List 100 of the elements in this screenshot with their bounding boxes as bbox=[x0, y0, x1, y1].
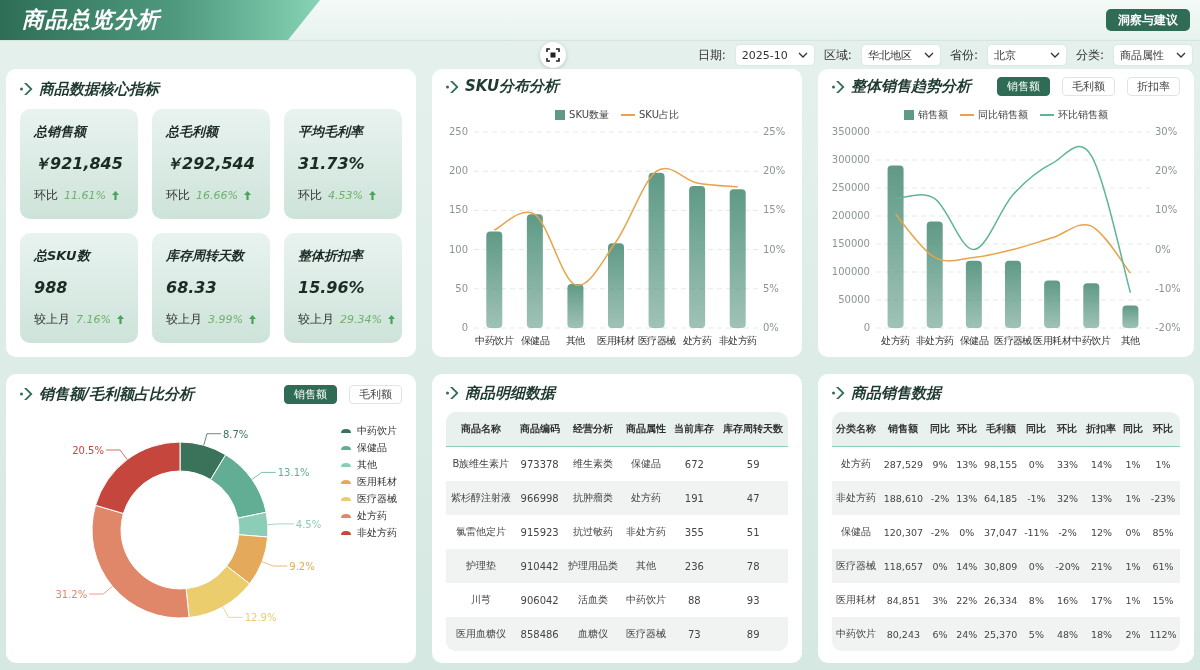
chevron-icon bbox=[446, 79, 459, 94]
table-cell: 12% bbox=[1082, 515, 1120, 549]
table-cell: 37,047 bbox=[980, 515, 1021, 549]
table-cell: 医用耗材 bbox=[832, 583, 880, 617]
axis-label: 其他 bbox=[1121, 335, 1140, 346]
axis-label: 医疗器械 bbox=[994, 335, 1032, 346]
legend-label: 非处方药 bbox=[357, 526, 397, 540]
table-cell: 1% bbox=[1146, 447, 1180, 481]
tab[interactable]: 销售额 bbox=[284, 384, 337, 404]
tab[interactable]: 毛利额 bbox=[1062, 77, 1115, 96]
column-header: 库存周转天数 bbox=[718, 412, 788, 447]
axis-label: 150000 bbox=[832, 238, 870, 249]
filter-select[interactable]: 北京 bbox=[987, 45, 1066, 65]
column-header: 商品属性 bbox=[622, 412, 671, 447]
insight-button[interactable]: 洞察与建议 bbox=[1106, 9, 1190, 31]
column-header: 环比 bbox=[953, 412, 981, 447]
table-cell: 0% bbox=[1119, 515, 1147, 549]
table-cell: 33% bbox=[1051, 447, 1083, 481]
bar bbox=[1122, 305, 1139, 328]
up-arrow-icon bbox=[243, 191, 251, 200]
legend-item: 销售额 bbox=[904, 108, 948, 122]
bar bbox=[1044, 280, 1061, 328]
table-cell: -2% bbox=[1051, 515, 1083, 549]
card-title: 销售额/毛利额占比分析 bbox=[39, 384, 195, 404]
table-cell: -2% bbox=[926, 515, 954, 549]
table-cell: 85% bbox=[1146, 515, 1180, 549]
tab[interactable]: 毛利额 bbox=[349, 384, 402, 404]
axis-label: 200 bbox=[448, 165, 468, 177]
table-cell: -11% bbox=[1020, 515, 1052, 549]
axis-label: -20% bbox=[1155, 322, 1180, 333]
chevron-icon bbox=[832, 386, 845, 400]
card-title: SKU分布分析 bbox=[465, 77, 560, 96]
table-cell: 川芎 bbox=[446, 583, 516, 617]
axis-label: 20% bbox=[1155, 165, 1178, 177]
table-cell: 1% bbox=[1119, 583, 1147, 617]
screenshot-button[interactable] bbox=[540, 42, 566, 68]
chevron-down-icon bbox=[797, 52, 808, 58]
card-title: 商品销售数据 bbox=[851, 383, 941, 403]
slice-label: 13.1% bbox=[277, 467, 310, 479]
axis-label: 250 bbox=[448, 126, 468, 137]
up-arrow-icon bbox=[116, 315, 124, 324]
table-cell: 672 bbox=[670, 447, 719, 481]
axis-label: 300000 bbox=[832, 154, 870, 165]
legend-item: SKU数量 bbox=[555, 108, 609, 122]
kpi-value: 68.33 bbox=[166, 277, 218, 299]
table-cell: 9% bbox=[926, 447, 954, 481]
legend-label: 销售额 bbox=[918, 108, 948, 122]
leader-line bbox=[105, 449, 128, 460]
axis-label: 0 bbox=[461, 322, 468, 333]
kpi-value: ￥292,544 bbox=[166, 153, 256, 175]
chevron-icon bbox=[446, 386, 459, 400]
slice-label: 8.7% bbox=[222, 428, 249, 440]
table-cell: 维生素类 bbox=[563, 447, 623, 481]
compare-label: 较上月 bbox=[34, 311, 70, 328]
table-cell: 14% bbox=[1082, 447, 1120, 481]
kpi-title: 库存周转天数 bbox=[166, 247, 247, 265]
chevron-icon bbox=[832, 79, 845, 94]
table-cell: 0% bbox=[953, 515, 981, 549]
legend-label: SKU占比 bbox=[639, 108, 679, 122]
compare-label: 环比 bbox=[298, 187, 322, 204]
column-header: 商品编码 bbox=[515, 412, 564, 447]
axis-label: 20% bbox=[763, 165, 786, 177]
table-cell: 17% bbox=[1082, 583, 1120, 617]
legend-label: 医用耗材 bbox=[357, 475, 397, 489]
axis-label: 150 bbox=[448, 204, 468, 216]
bar bbox=[1083, 283, 1100, 328]
table-cell: 1% bbox=[1119, 447, 1147, 481]
filter-label: 日期: bbox=[697, 46, 726, 64]
axis-label: 中药饮片 bbox=[1072, 335, 1111, 346]
filter-select[interactable]: 商品属性 bbox=[1114, 45, 1192, 65]
table-cell: 59 bbox=[718, 447, 788, 481]
axis-label: 处方药 bbox=[683, 335, 712, 346]
column-header: 经营分析 bbox=[563, 412, 623, 447]
card-title: 商品明细数据 bbox=[465, 383, 555, 403]
legend-item: 环比销售额 bbox=[1040, 108, 1108, 122]
tab[interactable]: 折扣率 bbox=[1127, 77, 1180, 96]
axis-label: 10% bbox=[763, 243, 786, 255]
table-cell: 26,334 bbox=[980, 583, 1021, 617]
kpi-title: 整体折扣率 bbox=[298, 247, 366, 265]
axis-label: 10% bbox=[1155, 204, 1178, 216]
axis-label: 0 bbox=[863, 322, 870, 333]
axis-label: 15% bbox=[763, 204, 786, 216]
legend-item: 医疗器械 bbox=[340, 492, 397, 506]
filter-select[interactable]: 2025-10 bbox=[735, 45, 814, 65]
axis-label: 0% bbox=[1155, 243, 1171, 255]
change-value: 4.53% bbox=[328, 189, 363, 202]
tab[interactable]: 销售额 bbox=[997, 77, 1050, 96]
filter-select[interactable]: 华北地区 bbox=[861, 45, 940, 65]
compare-label: 较上月 bbox=[298, 311, 334, 328]
table-cell: 98,155 bbox=[980, 447, 1021, 481]
legend-item: 医用耗材 bbox=[340, 475, 397, 489]
axis-label: 30% bbox=[1155, 126, 1178, 137]
legend-item: 处方药 bbox=[340, 509, 397, 523]
chevron-down-icon bbox=[1049, 52, 1060, 58]
chevron-down-icon bbox=[923, 52, 934, 58]
column-header: 同比 bbox=[1020, 412, 1052, 447]
page-title: 商品总览分析 bbox=[22, 6, 160, 34]
table-cell: B族维生素片 bbox=[446, 447, 516, 481]
table-cell: 915923 bbox=[515, 515, 564, 549]
up-arrow-icon bbox=[387, 315, 395, 324]
